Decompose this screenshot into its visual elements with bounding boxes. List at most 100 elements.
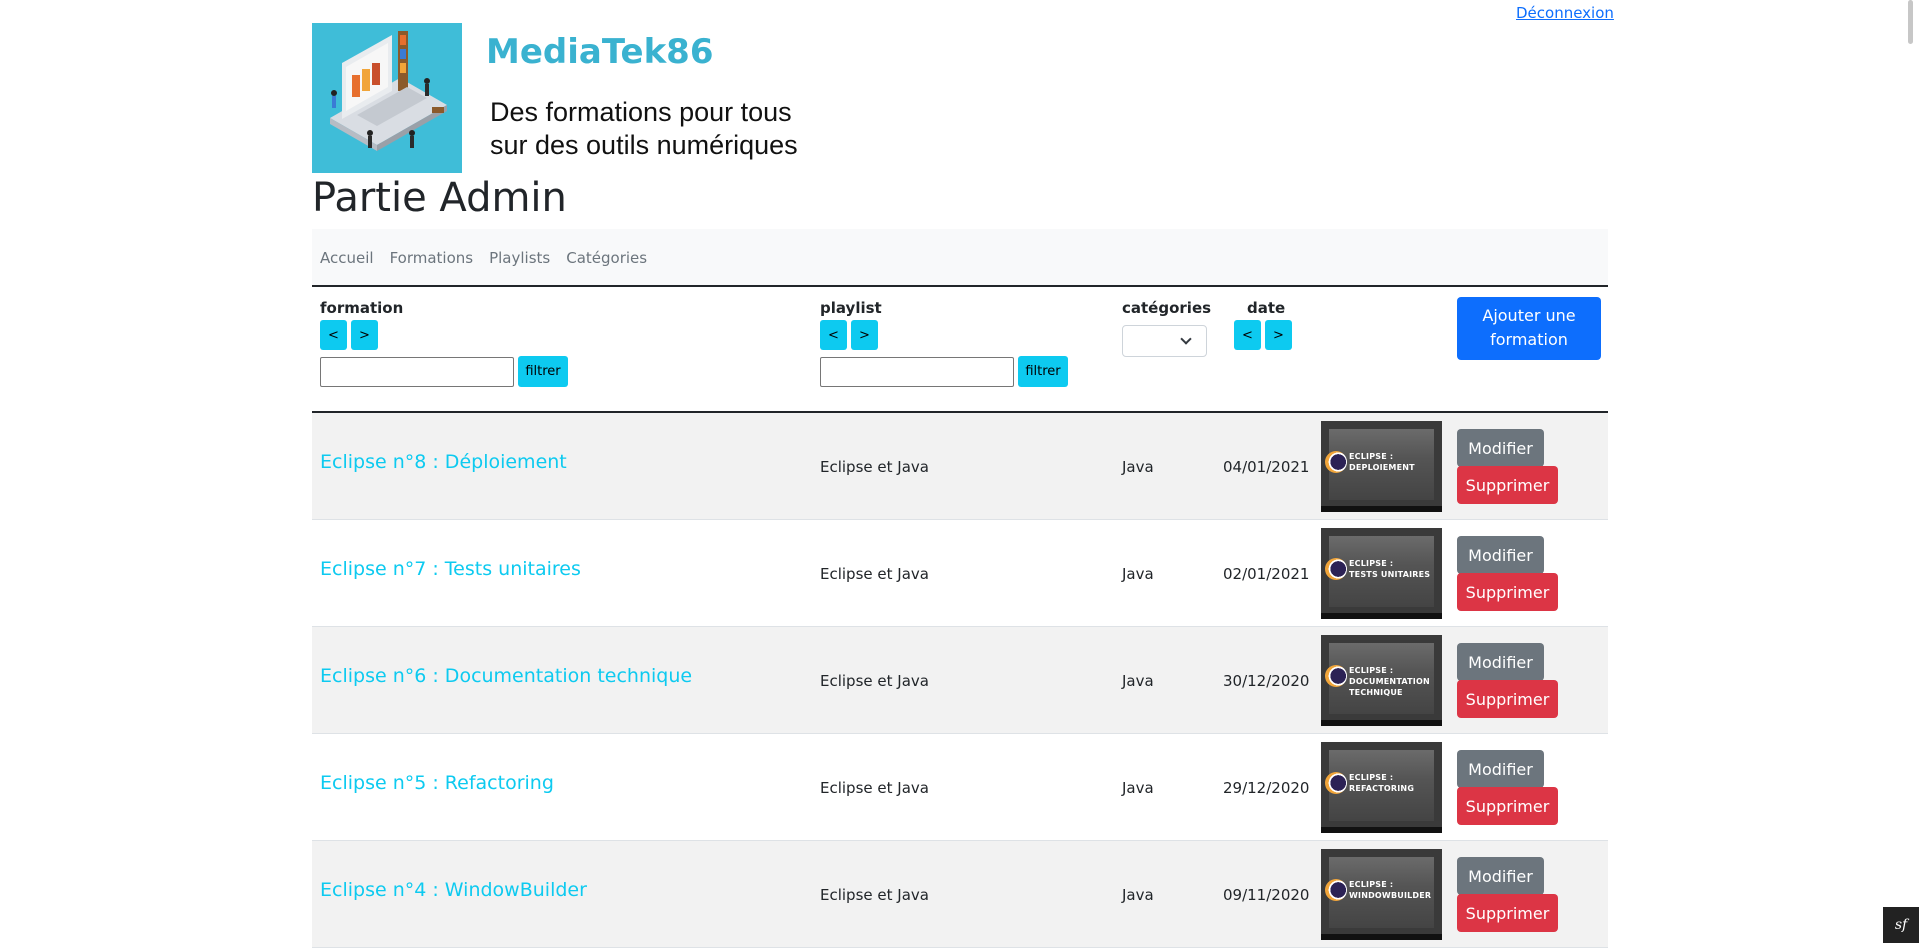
scrollbar[interactable] [1902, 0, 1919, 943]
thumbnail-caption-line-2: TESTS UNITAIRES [1349, 570, 1431, 579]
thumbnail-caption-line-2: REFACTORING [1349, 784, 1415, 793]
sort-date-desc-button[interactable]: > [1265, 320, 1292, 350]
tagline-line-1: Des formations pour tous [490, 97, 792, 127]
edit-button[interactable]: Modifier [1457, 750, 1544, 788]
formation-sort-buttons: < > [320, 320, 378, 350]
category-cell: Java [1122, 458, 1154, 476]
thumbnail-caption-line-3: TECHNIQUE [1349, 688, 1403, 697]
thumbnail-caption: ECLIPSE : WINDOWBUILDER [1349, 879, 1431, 901]
table-row: Eclipse n°4 : WindowBuilder Eclipse et J… [312, 841, 1608, 948]
filter-playlist-input[interactable] [820, 357, 1014, 387]
thumbnail-bar [1321, 720, 1442, 726]
table-row: Eclipse n°6 : Documentation technique Ec… [312, 627, 1608, 734]
playlist-cell: Eclipse et Java [820, 672, 929, 690]
admin-navbar: Accueil Formations Playlists Catégories [312, 229, 1608, 286]
formation-title-link[interactable]: Eclipse n°8 : Déploiement [320, 451, 567, 473]
date-cell: 04/01/2021 [1223, 458, 1310, 476]
header-categories: catégories [1122, 299, 1212, 317]
thumbnail-caption-line-1: ECLIPSE : [1349, 880, 1394, 889]
scrollbar-thumb[interactable] [1908, 0, 1913, 44]
table-row: Eclipse n°7 : Tests unitaires Eclipse et… [312, 520, 1608, 627]
playlist-sort-buttons: < > [820, 320, 878, 350]
nav-home[interactable]: Accueil [320, 249, 374, 267]
filter-formation-button[interactable]: filtrer [518, 356, 568, 387]
header-date: date [1247, 299, 1286, 317]
delete-button[interactable]: Supprimer [1457, 787, 1558, 825]
video-thumbnail[interactable]: ECLIPSE : TESTS UNITAIRES [1321, 528, 1442, 619]
nav-playlists[interactable]: Playlists [489, 249, 550, 267]
eclipse-logo-icon [1325, 879, 1347, 901]
header-formation: formation [320, 299, 404, 317]
chevron-down-icon [1180, 333, 1192, 345]
date-cell: 02/01/2021 [1223, 565, 1310, 583]
sort-playlist-desc-button[interactable]: > [851, 320, 878, 350]
delete-button[interactable]: Supprimer [1457, 894, 1558, 932]
brand-name: MediaTek86 [486, 32, 714, 72]
category-cell: Java [1122, 565, 1154, 583]
table-row: Eclipse n°5 : Refactoring Eclipse et Jav… [312, 734, 1608, 841]
table-row: Eclipse n°8 : Déploiement Eclipse et Jav… [312, 413, 1608, 520]
thumbnail-caption-line-1: ECLIPSE : [1349, 452, 1394, 461]
category-cell: Java [1122, 886, 1154, 904]
formation-title-link[interactable]: Eclipse n°7 : Tests unitaires [320, 558, 581, 580]
filter-playlist-button[interactable]: filtrer [1018, 356, 1068, 387]
edit-button[interactable]: Modifier [1457, 429, 1544, 467]
formation-title-link[interactable]: Eclipse n°6 : Documentation technique [320, 665, 692, 687]
formation-title-link[interactable]: Eclipse n°5 : Refactoring [320, 772, 554, 794]
categories-select[interactable] [1122, 325, 1207, 357]
delete-button[interactable]: Supprimer [1457, 466, 1558, 504]
category-cell: Java [1122, 672, 1154, 690]
sort-date-asc-button[interactable]: < [1234, 320, 1261, 350]
thumbnail-bar [1321, 613, 1442, 619]
edit-button[interactable]: Modifier [1457, 643, 1544, 681]
date-cell: 09/11/2020 [1223, 886, 1310, 904]
edit-button[interactable]: Modifier [1457, 536, 1544, 574]
edit-button[interactable]: Modifier [1457, 857, 1544, 895]
thumbnail-bar [1321, 934, 1442, 940]
sort-formation-asc-button[interactable]: < [320, 320, 347, 350]
filter-formation-input[interactable] [320, 357, 514, 387]
formation-title-link[interactable]: Eclipse n°4 : WindowBuilder [320, 879, 587, 901]
tagline: Des formations pour tous sur des outils … [490, 96, 798, 162]
eclipse-logo-icon [1325, 558, 1347, 580]
date-cell: 29/12/2020 [1223, 779, 1310, 797]
add-formation-button[interactable]: Ajouter une formation [1457, 297, 1601, 360]
thumbnail-caption: ECLIPSE : DEPLOIEMENT [1349, 451, 1415, 473]
thumbnail-caption: ECLIPSE : TESTS UNITAIRES [1349, 558, 1430, 580]
category-cell: Java [1122, 779, 1154, 797]
playlist-cell: Eclipse et Java [820, 458, 929, 476]
thumbnail-caption-line-1: ECLIPSE : [1349, 773, 1394, 782]
sort-formation-desc-button[interactable]: > [351, 320, 378, 350]
thumbnail-caption-line-1: ECLIPSE : [1349, 666, 1394, 675]
table-header: formation < > filtrer playlist < > filtr… [312, 287, 1608, 413]
thumbnail-bar [1321, 827, 1442, 833]
delete-button[interactable]: Supprimer [1457, 680, 1558, 718]
nav-categories[interactable]: Catégories [566, 249, 647, 267]
playlist-cell: Eclipse et Java [820, 886, 929, 904]
playlist-cell: Eclipse et Java [820, 779, 929, 797]
thumbnail-caption-line-2: DEPLOIEMENT [1349, 463, 1415, 472]
thumbnail-caption-line-2: DOCUMENTATION [1349, 677, 1430, 686]
date-cell: 30/12/2020 [1223, 672, 1310, 690]
eclipse-logo-icon [1325, 772, 1347, 794]
video-thumbnail[interactable]: ECLIPSE : DOCUMENTATION TECHNIQUE [1321, 635, 1442, 726]
date-sort-buttons: < > [1234, 320, 1292, 350]
symfony-icon[interactable]: sf [1883, 907, 1919, 943]
video-thumbnail[interactable]: ECLIPSE : DEPLOIEMENT [1321, 421, 1442, 512]
sort-playlist-asc-button[interactable]: < [820, 320, 847, 350]
formations-table: formation < > filtrer playlist < > filtr… [312, 285, 1608, 948]
eclipse-logo-icon [1325, 451, 1347, 473]
thumbnail-bar [1321, 506, 1442, 512]
main-container: MediaTek86 Des formations pour tous sur … [312, 0, 1608, 948]
thumbnail-caption-line-1: ECLIPSE : [1349, 559, 1394, 568]
site-header: MediaTek86 Des formations pour tous sur … [312, 0, 1608, 175]
playlist-cell: Eclipse et Java [820, 565, 929, 583]
page-title: Partie Admin [312, 175, 567, 221]
nav-formations[interactable]: Formations [390, 249, 474, 267]
site-logo [312, 23, 462, 173]
video-thumbnail[interactable]: ECLIPSE : REFACTORING [1321, 742, 1442, 833]
thumbnail-caption-line-2: WINDOWBUILDER [1349, 891, 1432, 900]
tagline-line-2: sur des outils numériques [490, 130, 798, 160]
video-thumbnail[interactable]: ECLIPSE : WINDOWBUILDER [1321, 849, 1442, 940]
delete-button[interactable]: Supprimer [1457, 573, 1558, 611]
